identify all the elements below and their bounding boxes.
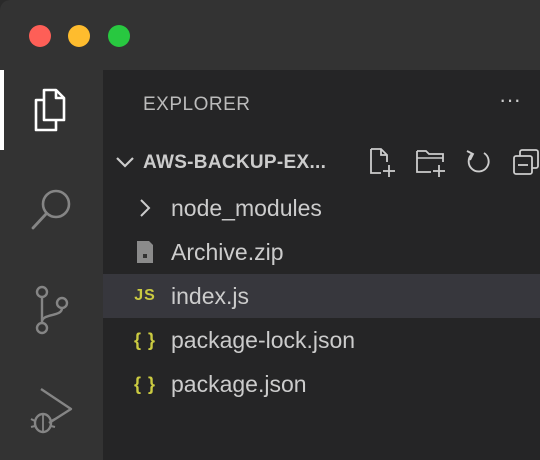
title-bar (0, 0, 540, 70)
tree-item-node-modules[interactable]: node_modules (103, 186, 540, 230)
minimize-window-button[interactable] (68, 25, 90, 47)
run-debug-icon (30, 388, 72, 434)
activity-run-debug[interactable] (0, 370, 103, 450)
tree-item-label: package.json (171, 371, 307, 397)
tree-item-index-js[interactable]: JS index.js (103, 274, 540, 318)
json-badge: { } (133, 373, 156, 394)
active-indicator (0, 70, 4, 150)
refresh-icon (466, 150, 490, 173)
collapse-all-button[interactable] (511, 146, 540, 178)
json-file-icon: { } (133, 373, 157, 395)
refresh-button[interactable] (463, 146, 511, 178)
source-control-icon (35, 285, 68, 335)
activity-bar (0, 70, 103, 460)
tree-item-package-json[interactable]: { } package.json (103, 362, 540, 406)
chevron-down-icon (116, 157, 134, 168)
section-actions (367, 146, 540, 178)
workspace-title: AWS-BACKUP-EX... (143, 152, 327, 173)
activity-search[interactable] (0, 170, 103, 250)
tree-item-label: node_modules (171, 195, 322, 221)
js-badge: JS (134, 287, 156, 304)
collapse-all-icon (513, 149, 539, 175)
workspace-section-header[interactable]: AWS-BACKUP-EX... (103, 142, 540, 182)
new-file-icon (370, 148, 395, 177)
explorer-header: EXPLORER ··· (103, 70, 540, 140)
json-badge: { } (133, 329, 156, 350)
json-file-icon: { } (133, 329, 157, 351)
search-icon (31, 189, 70, 230)
explorer-title: EXPLORER (143, 94, 251, 115)
tree-item-package-lock-json[interactable]: { } package-lock.json (103, 318, 540, 362)
vscode-window: EXPLORER ··· AWS-BACKUP-EX... node_modul… (0, 0, 540, 460)
files-icon (34, 88, 65, 132)
zip-file-icon (133, 241, 157, 263)
js-file-icon: JS (133, 285, 157, 307)
chevron-right-icon (133, 197, 157, 219)
new-file-button[interactable] (367, 146, 415, 178)
tree-item-label: Archive.zip (171, 239, 284, 265)
tree-item-label: index.js (171, 283, 249, 309)
new-folder-icon (416, 150, 445, 177)
close-window-button[interactable] (29, 25, 51, 47)
zoom-window-button[interactable] (108, 25, 130, 47)
explorer-sidebar: EXPLORER ··· AWS-BACKUP-EX... node_modul… (103, 70, 540, 460)
tree-item-label: package-lock.json (171, 327, 356, 353)
activity-source-control[interactable] (0, 270, 103, 350)
activity-explorer[interactable] (0, 70, 103, 150)
more-actions-button[interactable]: ··· (495, 89, 525, 116)
tree-item-archive-zip[interactable]: Archive.zip (103, 230, 540, 274)
new-folder-button[interactable] (415, 146, 463, 178)
